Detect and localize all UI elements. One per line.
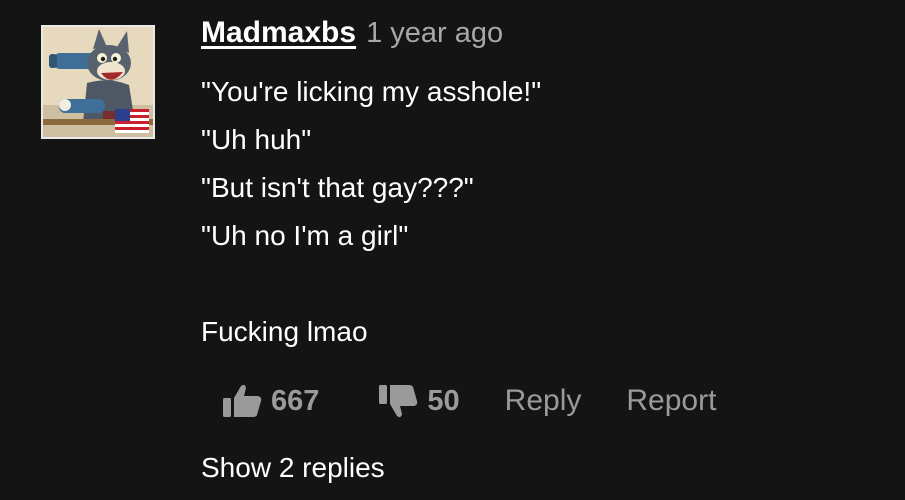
thumbs-down-icon	[379, 385, 418, 418]
timestamp: 1 year ago	[366, 17, 504, 49]
comment-actions: 667 50 Reply Report	[221, 378, 761, 424]
show-replies-button[interactable]: Show 2 replies	[201, 452, 385, 484]
reply-button[interactable]: Reply	[505, 384, 582, 418]
user-avatar[interactable]	[41, 25, 155, 139]
comment: Madmaxbs 1 year ago "You're licking my a…	[201, 16, 905, 356]
comment-line: "Uh no I'm a girl"	[201, 220, 409, 251]
comment-line-blank	[201, 260, 905, 308]
comment-line: "But isn't that gay???"	[201, 172, 474, 203]
comment-line: Fucking lmao	[201, 316, 368, 347]
dislike-button[interactable]: 50	[377, 383, 460, 419]
username-link[interactable]: Madmaxbs	[201, 16, 356, 50]
comment-line: "You're licking my asshole!"	[201, 76, 542, 107]
cartoon-cat-avatar	[43, 27, 153, 137]
dislike-count: 50	[427, 384, 460, 417]
comment-body: "You're licking my asshole!" "Uh huh" "B…	[201, 68, 905, 356]
like-count: 667	[271, 384, 320, 417]
comment-header: Madmaxbs 1 year ago	[201, 16, 905, 60]
like-button[interactable]: 667	[221, 383, 319, 419]
thumbs-up-icon	[223, 384, 262, 417]
comment-line: "Uh huh"	[201, 124, 312, 155]
report-button[interactable]: Report	[626, 384, 716, 418]
us-flag-icon	[115, 109, 149, 133]
